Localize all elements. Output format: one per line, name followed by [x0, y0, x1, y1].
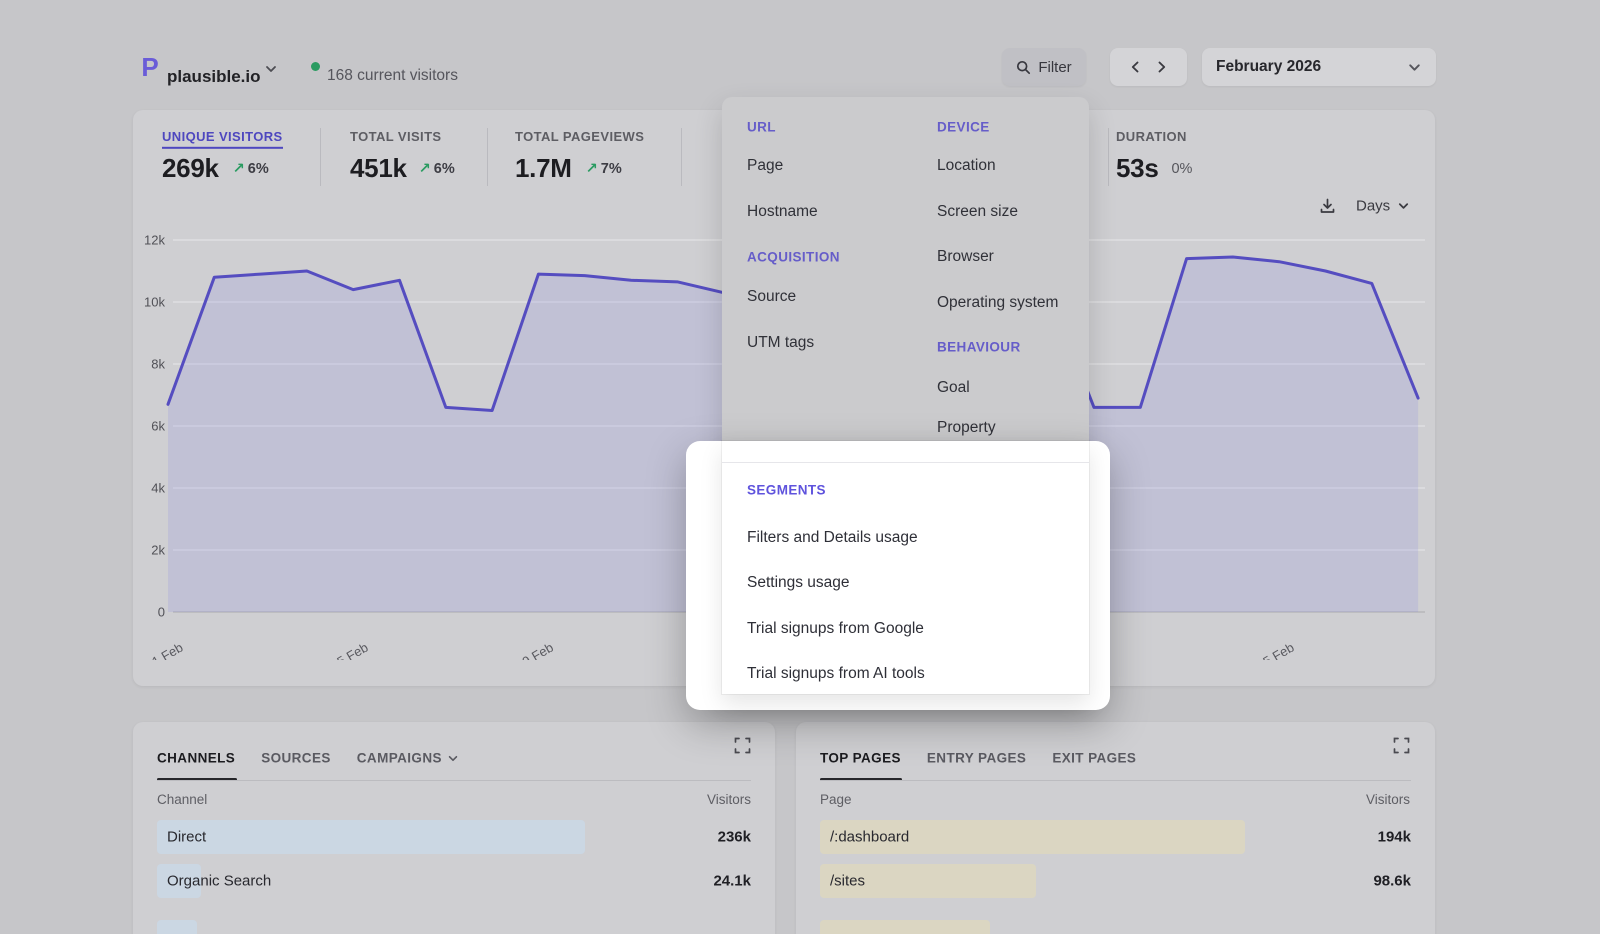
svg-text:6k: 6k — [151, 419, 165, 434]
row-bar — [157, 820, 585, 854]
pages-card: TOP PAGES ENTRY PAGES EXIT PAGES Page Vi… — [796, 722, 1435, 934]
svg-text:9 Feb: 9 Feb — [520, 640, 556, 660]
total-pageviews-change: ↗7% — [586, 161, 622, 178]
segments-spotlight: SEGMENTS Filters and Details usage Setti… — [686, 441, 1110, 710]
duration-value: 53s — [1116, 154, 1158, 184]
filter-item-hostname[interactable]: Hostname — [747, 203, 818, 221]
stat-tab-unique-visitors[interactable]: UNIQUE VISITORS — [162, 128, 283, 146]
stat-divider — [1108, 128, 1109, 186]
live-visitors-dot-icon — [311, 62, 320, 71]
sources-card: CHANNELS SOURCES CAMPAIGNS Channel Visit… — [133, 722, 775, 934]
filter-item-goal[interactable]: Goal — [937, 379, 970, 397]
tab-top-pages[interactable]: TOP PAGES — [820, 751, 901, 766]
column-header: Page — [820, 792, 852, 808]
stat-tab-total-visits[interactable]: TOTAL VISITS — [350, 128, 441, 146]
row-bar — [820, 920, 990, 934]
svg-text:2k: 2k — [151, 543, 165, 558]
stat-label: UNIQUE VISITORS — [162, 129, 283, 149]
expand-icon[interactable] — [1393, 737, 1410, 754]
filter-item-property[interactable]: Property — [937, 419, 996, 437]
table-row[interactable]: Organic Search 24.1k — [157, 864, 751, 898]
search-icon — [1016, 60, 1031, 75]
filter-group-url: URL — [747, 120, 776, 135]
menu-divider — [722, 462, 1089, 463]
filter-item-utm-tags[interactable]: UTM tags — [747, 334, 814, 352]
tab-divider — [157, 780, 751, 781]
duration-change: 0% — [1171, 161, 1192, 178]
prev-period-chevron-left-icon[interactable] — [1129, 60, 1142, 74]
segment-filters-details-usage[interactable]: Filters and Details usage — [747, 529, 918, 547]
unique-visitors-change: ↗6% — [233, 161, 269, 178]
column-header: Channel — [157, 792, 207, 808]
svg-text:1 Feb: 1 Feb — [149, 640, 185, 660]
svg-text:8k: 8k — [151, 357, 165, 372]
period-nav — [1110, 48, 1187, 86]
table-row-partial — [820, 920, 1411, 934]
segment-trial-signups-google[interactable]: Trial signups from Google — [747, 620, 924, 638]
expand-icon[interactable] — [734, 737, 751, 754]
campaigns-chevron-down-icon — [447, 752, 459, 764]
column-header: Visitors — [1366, 792, 1410, 808]
filter-group-behaviour: BEHAVIOUR — [937, 340, 1021, 355]
plausible-dashboard: { "header": { "site": "plausible.io", "c… — [0, 0, 1600, 934]
table-row[interactable]: /sites 98.6k — [820, 864, 1411, 898]
stat-tab-duration[interactable]: DURATION — [1116, 128, 1187, 146]
date-range-label: February 2026 — [1216, 58, 1321, 76]
total-visits-value: 451k — [350, 154, 407, 184]
svg-text:12k: 12k — [144, 233, 165, 248]
total-pageviews-value: 1.7M — [515, 154, 572, 184]
unique-visitors-value: 269k — [162, 154, 219, 184]
plausible-logo-icon: P — [139, 54, 161, 81]
stat-divider — [681, 128, 682, 186]
stat-divider — [320, 128, 321, 186]
trend-up-arrow-icon: ↗ — [586, 161, 598, 177]
date-chevron-down-icon — [1407, 60, 1422, 75]
filter-button[interactable]: Filter — [1002, 48, 1086, 86]
interval-select[interactable]: Days — [1356, 197, 1390, 214]
stat-tab-total-pageviews[interactable]: TOTAL PAGEVIEWS — [515, 128, 644, 146]
filter-button-label: Filter — [1038, 59, 1071, 76]
filter-item-source[interactable]: Source — [747, 288, 796, 306]
table-row-partial — [157, 920, 751, 934]
tab-divider — [820, 780, 1411, 781]
site-name[interactable]: plausible.io — [167, 67, 261, 87]
download-icon[interactable] — [1318, 197, 1337, 216]
svg-text:0: 0 — [158, 605, 165, 620]
stat-divider — [487, 128, 488, 186]
tab-campaigns[interactable]: CAMPAIGNS — [357, 751, 459, 766]
column-header: Visitors — [707, 792, 751, 808]
filter-group-acquisition: ACQUISITION — [747, 250, 840, 265]
trend-up-arrow-icon: ↗ — [419, 161, 431, 177]
tab-channels[interactable]: CHANNELS — [157, 751, 235, 766]
tab-sources[interactable]: SOURCES — [261, 751, 331, 766]
current-visitors-label[interactable]: 168 current visitors — [327, 67, 458, 85]
date-range-picker[interactable]: February 2026 — [1202, 48, 1436, 86]
svg-text:10k: 10k — [144, 295, 165, 310]
svg-text:5 Feb: 5 Feb — [334, 640, 370, 660]
table-row[interactable]: Direct 236k — [157, 820, 751, 854]
row-bar — [157, 920, 197, 934]
filter-item-location[interactable]: Location — [937, 157, 996, 175]
table-row[interactable]: /:dashboard 194k — [820, 820, 1411, 854]
site-switcher-chevron-down-icon[interactable] — [264, 62, 278, 76]
trend-up-arrow-icon: ↗ — [233, 161, 245, 177]
filter-item-operating-system[interactable]: Operating system — [937, 294, 1058, 312]
segments-panel — [722, 441, 1089, 694]
filter-item-browser[interactable]: Browser — [937, 248, 994, 266]
filter-item-page[interactable]: Page — [747, 157, 783, 175]
tab-exit-pages[interactable]: EXIT PAGES — [1052, 751, 1136, 766]
filter-group-segments: SEGMENTS — [747, 483, 826, 498]
segment-trial-signups-ai-tools[interactable]: Trial signups from AI tools — [747, 665, 925, 683]
filter-item-screen-size[interactable]: Screen size — [937, 203, 1018, 221]
filter-group-device: DEVICE — [937, 120, 990, 135]
tab-entry-pages[interactable]: ENTRY PAGES — [927, 751, 1026, 766]
svg-text:25 Feb: 25 Feb — [1254, 640, 1297, 660]
interval-chevron-down-icon[interactable] — [1397, 200, 1410, 213]
total-visits-change: ↗6% — [419, 161, 455, 178]
svg-text:4k: 4k — [151, 481, 165, 496]
segment-settings-usage[interactable]: Settings usage — [747, 574, 850, 592]
next-period-chevron-right-icon[interactable] — [1155, 60, 1168, 74]
